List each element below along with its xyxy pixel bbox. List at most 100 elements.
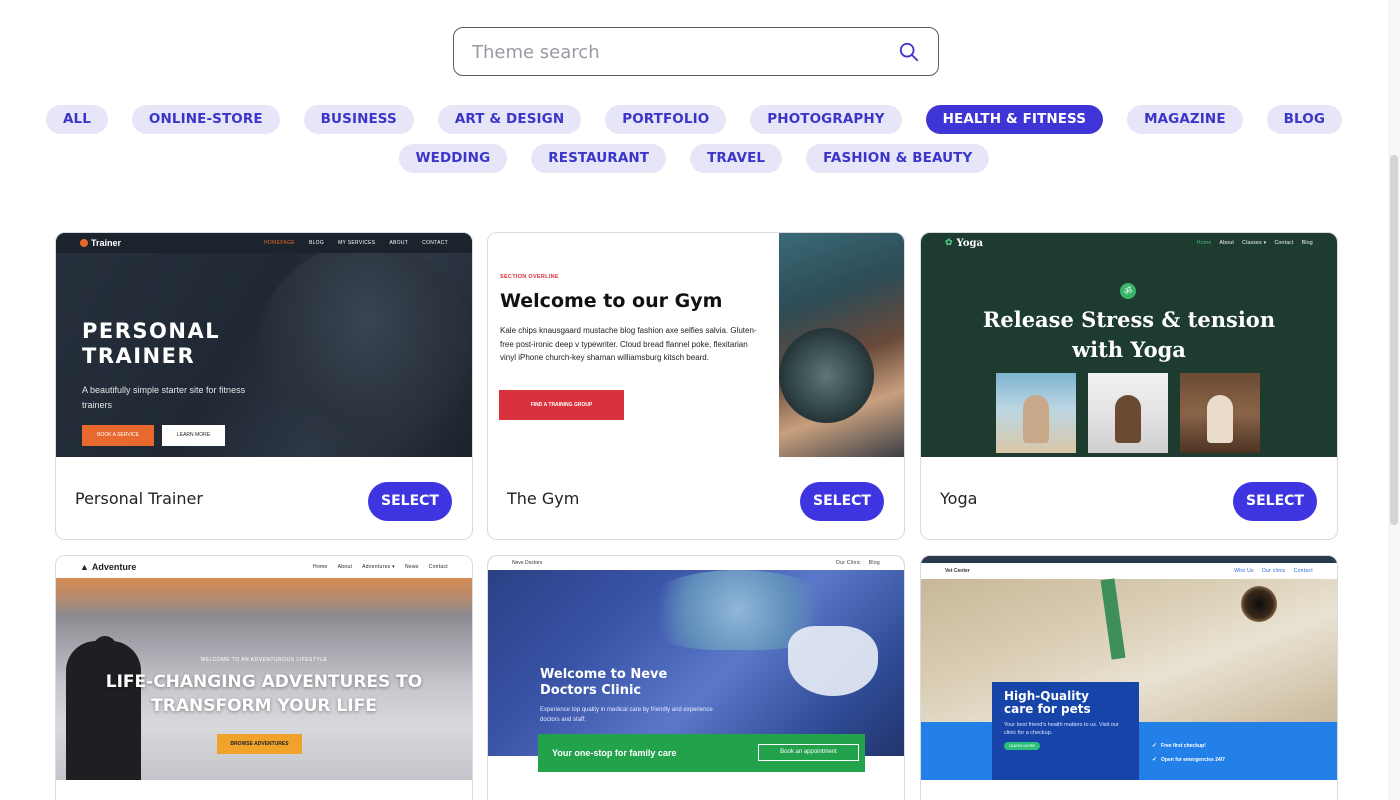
filter-all[interactable]: ALL — [45, 105, 108, 134]
search-icon[interactable] — [898, 41, 920, 63]
preview-nav: ✿ Yoga Home About Classes ▾ Contact Blog — [921, 233, 1337, 253]
preview-menu: Our Clinic Blog — [836, 560, 880, 566]
menu-item: Classes ▾ — [1242, 240, 1267, 246]
preview-menu: HOMEPAGE BLOG MY SERVICES ABOUT CONTACT — [264, 240, 448, 246]
menu-item: Contact — [1274, 240, 1294, 246]
heading-line: TRAINER — [82, 344, 196, 368]
heading-line: Release Stress & tension — [982, 307, 1276, 332]
filter-art-design[interactable]: ART & DESIGN — [437, 105, 582, 134]
theme-card-personal-trainer: Trainer HOMEPAGE BLOG MY SERVICES ABOUT … — [55, 232, 473, 540]
check-icon: ✓ — [1152, 743, 1158, 749]
preview-heading: LIFE-CHANGING ADVENTURES TO TRANSFORM YOU… — [56, 670, 472, 718]
filter-wedding[interactable]: WEDDING — [398, 144, 508, 173]
logo-text: Adventure — [91, 562, 137, 572]
menu-item: CONTACT — [422, 240, 448, 246]
menu-item: HOMEPAGE — [264, 240, 295, 246]
filter-business[interactable]: BUSINESS — [303, 105, 414, 134]
filter-fashion-beauty[interactable]: FASHION & BEAUTY — [806, 144, 990, 173]
select-button[interactable]: SELECT — [1233, 482, 1317, 521]
logo-text: Yoga — [956, 237, 983, 249]
preview-logo: Trainer — [80, 238, 121, 248]
weight-plate-photo — [779, 328, 874, 423]
preview-overline: WELCOME TO AN ADVENTUROUS LIFESTYLE — [200, 657, 328, 663]
theme-name: The Gym — [507, 489, 580, 508]
select-button[interactable]: SELECT — [368, 482, 452, 521]
check-item: ✓ Free first checkup! — [1152, 742, 1272, 750]
check-icon: ✓ — [1152, 757, 1158, 763]
heading-line: PERSONAL — [82, 319, 221, 343]
theme-gallery-page: ALL ONLINE-STORE BUSINESS ART & DESIGN P… — [0, 0, 1400, 800]
logo-text: Trainer — [91, 238, 122, 248]
preview-body: Your best friend's health matters to us.… — [1004, 722, 1119, 736]
filter-online-store[interactable]: ONLINE-STORE — [131, 105, 280, 134]
menu-item: ABOUT — [389, 240, 409, 246]
filter-blog[interactable]: BLOG — [1266, 105, 1343, 134]
filter-portfolio[interactable]: PORTFOLIO — [605, 105, 727, 134]
menu-item: Our Clinic — [835, 560, 861, 566]
theme-card-neve-doctors: Neve Doctors Our Clinic Blog Welcome to … — [487, 555, 905, 800]
theme-preview-image[interactable]: Neve Doctors Our Clinic Blog Welcome to … — [488, 556, 904, 780]
lotus-icon: ✿ — [945, 238, 953, 248]
preview-logo: ▲ Adventure — [80, 562, 136, 572]
card-footer: Personal Trainer SELECT — [56, 457, 472, 539]
theme-preview-image[interactable]: SECTION OVERLINE Welcome to our Gym Kale… — [488, 233, 904, 457]
band-button: Book an appointment — [758, 744, 859, 761]
filter-travel[interactable]: TRAVEL — [690, 144, 783, 173]
preview-heading: High-Quality care for pets — [1004, 690, 1127, 716]
preview-cta-band: Your one-stop for family care Book an ap… — [538, 734, 865, 772]
preview-heading: PERSONAL TRAINER — [82, 319, 220, 369]
theme-preview-image[interactable]: ▲ Adventure Home About Adventures ▾ News … — [56, 556, 472, 780]
preview-logo: Vet Center — [945, 568, 970, 574]
preview-logo: ✿ Yoga — [945, 238, 983, 249]
preview-nav: Trainer HOMEPAGE BLOG MY SERVICES ABOUT … — [56, 233, 472, 253]
check-item: ✓ Open for emergencies 24/7 — [1152, 756, 1272, 764]
preview-body: Kale chips knausgaard mustache blog fash… — [500, 326, 757, 362]
check-text: Open for emergencies 24/7 — [1161, 756, 1225, 763]
preview-info-box: High-Quality care for pets Your best frie… — [992, 682, 1139, 780]
theme-card-yoga: ✿ Yoga Home About Classes ▾ Contact Blog … — [920, 232, 1338, 540]
theme-search-box[interactable] — [453, 27, 939, 76]
select-button[interactable]: SELECT — [800, 482, 884, 521]
scrollbar-thumb[interactable] — [1390, 155, 1398, 525]
menu-item: MY SERVICES — [338, 240, 376, 246]
theme-preview-image[interactable]: ✿ Yoga Home About Classes ▾ Contact Blog … — [921, 233, 1337, 457]
card-footer: The Gym SELECT — [488, 457, 904, 539]
yoga-person — [1207, 395, 1233, 443]
preview-overline: SECTION OVERLINE — [500, 274, 559, 280]
menu-item: News — [404, 564, 419, 570]
page-scrollbar[interactable] — [1388, 0, 1400, 800]
preview-checklist: ✓ Free first checkup! ✓ Open for emergenci… — [1152, 742, 1272, 770]
menu-item: Our clinic — [1261, 568, 1286, 574]
yoga-person — [1023, 395, 1049, 443]
theme-card-adventure: ▲ Adventure Home About Adventures ▾ News … — [55, 555, 473, 800]
preview-nav: Vet Center Who Us Our clinic Contact — [921, 563, 1337, 579]
theme-name: Yoga — [940, 489, 978, 508]
menu-item: Blog — [868, 560, 880, 566]
theme-preview-image[interactable]: Trainer HOMEPAGE BLOG MY SERVICES ABOUT … — [56, 233, 472, 457]
theme-card-the-gym: SECTION OVERLINE Welcome to our Gym Kale… — [487, 232, 905, 540]
menu-item: Contact — [428, 564, 448, 570]
menu-item: About — [1219, 240, 1235, 246]
theme-card-vet-center: Vet Center Who Us Our clinic Contact Hig… — [920, 555, 1338, 800]
heading-line: Doctors Clinic — [540, 683, 642, 698]
menu-item: Home — [1196, 240, 1212, 246]
filter-restaurant[interactable]: RESTAURANT — [531, 144, 667, 173]
preview-subtitle: Experience top quality in medical care b… — [540, 707, 713, 723]
filter-health-fitness[interactable]: HEALTH & FITNESS — [925, 105, 1104, 134]
preview-heading: Welcome to Neve Doctors Clinic — [540, 667, 667, 699]
preview-subtitle: A beautifully simple starter site for fi… — [82, 385, 246, 410]
heading-line: LIFE-CHANGING ADVENTURES TO — [105, 672, 423, 692]
mountain-icon: ▲ — [80, 562, 89, 572]
filter-photography[interactable]: PHOTOGRAPHY — [750, 105, 902, 134]
menu-item: Home — [313, 564, 328, 570]
preview-heading: Welcome to our Gym — [500, 290, 723, 312]
preview-button: BROWSE ADVENTURES — [217, 734, 302, 754]
trainer-photo — [256, 243, 472, 457]
filter-magazine[interactable]: MAGAZINE — [1127, 105, 1243, 134]
dog-eye-photo — [1241, 586, 1277, 622]
heading-line: High-Quality — [1004, 689, 1089, 703]
menu-item: BLOG — [308, 240, 325, 246]
search-input[interactable] — [472, 38, 872, 66]
theme-preview-image[interactable]: Vet Center Who Us Our clinic Contact Hig… — [921, 556, 1337, 780]
dog-collar-photo — [1100, 578, 1126, 660]
